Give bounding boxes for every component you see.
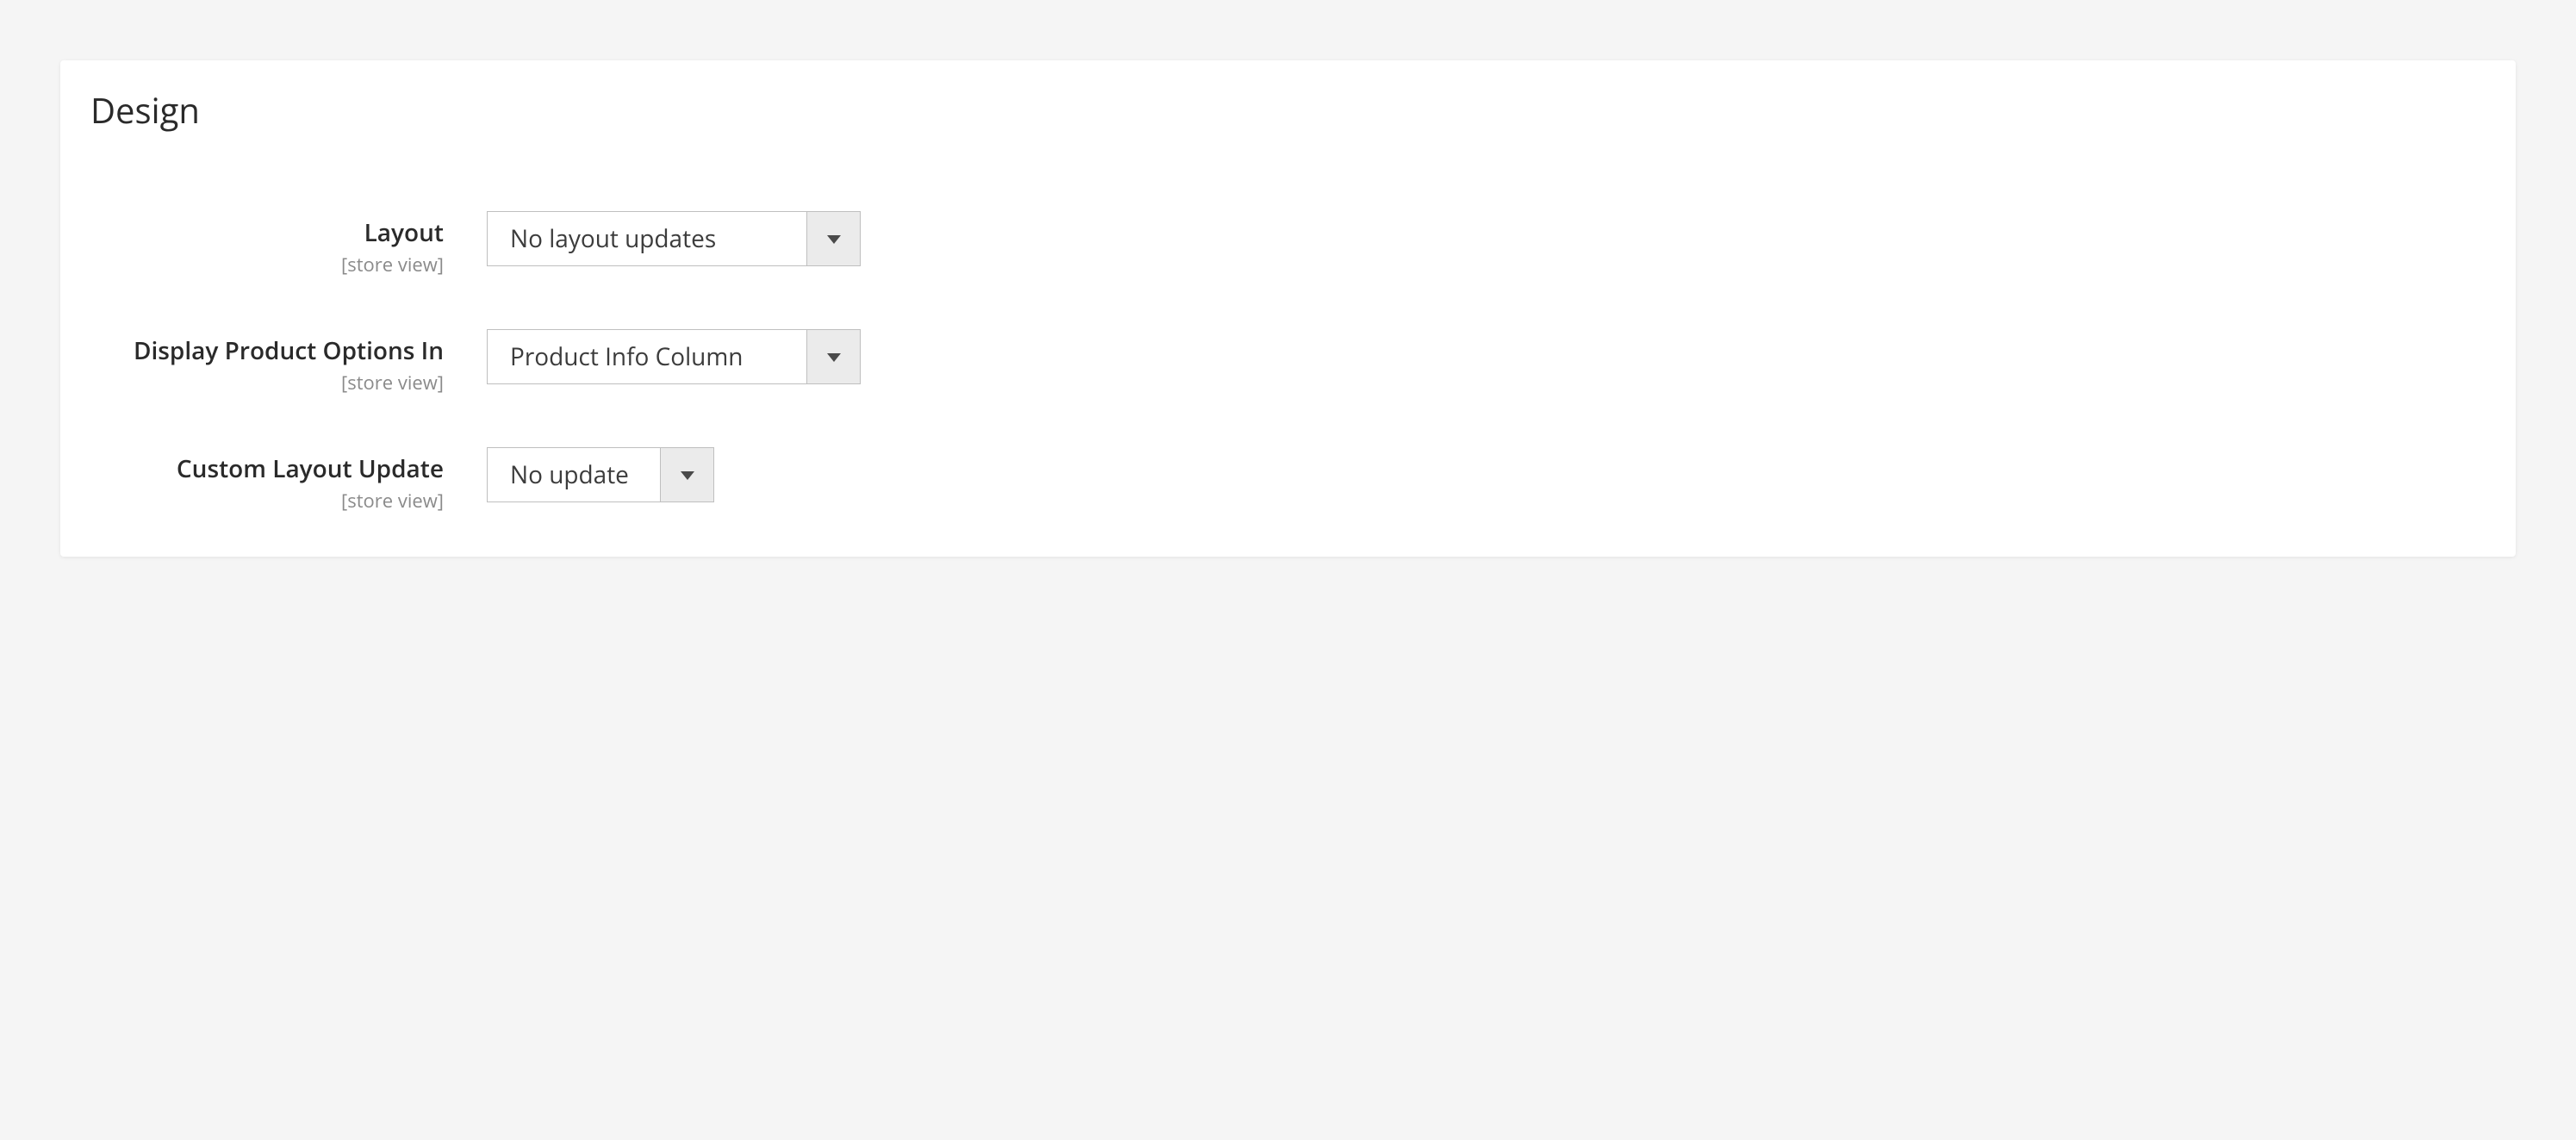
field-row-display-options: Display Product Options In [store view] … [90, 329, 2486, 396]
field-label-wrap-layout: Layout [store view] [90, 211, 487, 277]
field-label-layout: Layout [90, 218, 444, 248]
field-label-custom-layout: Custom Layout Update [90, 454, 444, 484]
caret-down-icon [827, 347, 841, 366]
field-label-wrap-display-options: Display Product Options In [store view] [90, 329, 487, 396]
custom-layout-select-toggle[interactable] [660, 448, 713, 501]
custom-layout-select-value: No update [488, 448, 660, 501]
display-options-select[interactable]: Product Info Column [487, 329, 861, 384]
field-scope-custom-layout: [store view] [90, 488, 444, 514]
design-panel: Design Layout [store view] No layout upd… [60, 60, 2516, 557]
custom-layout-select[interactable]: No update [487, 447, 714, 502]
panel-title: Design [90, 86, 2486, 134]
field-scope-display-options: [store view] [90, 370, 444, 396]
display-options-select-toggle[interactable] [806, 330, 860, 383]
display-options-select-value: Product Info Column [488, 330, 806, 383]
field-row-layout: Layout [store view] No layout updates [90, 211, 2486, 277]
layout-select[interactable]: No layout updates [487, 211, 861, 266]
caret-down-icon [681, 465, 694, 484]
field-label-display-options: Display Product Options In [90, 336, 444, 366]
field-scope-layout: [store view] [90, 252, 444, 277]
caret-down-icon [827, 229, 841, 248]
field-label-wrap-custom-layout: Custom Layout Update [store view] [90, 447, 487, 514]
layout-select-value: No layout updates [488, 212, 806, 265]
layout-select-toggle[interactable] [806, 212, 860, 265]
field-row-custom-layout: Custom Layout Update [store view] No upd… [90, 447, 2486, 514]
